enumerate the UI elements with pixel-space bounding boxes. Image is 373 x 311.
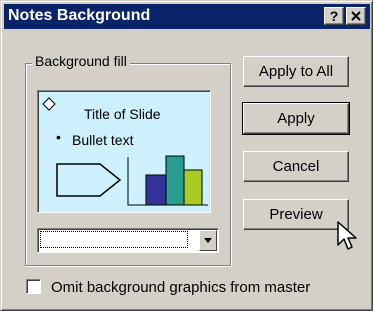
omit-graphics-label[interactable]: Omit background graphics from master: [51, 279, 310, 296]
preview-bar-1: [145, 174, 167, 206]
close-button[interactable]: [346, 7, 366, 25]
dialog-title: Notes Background: [8, 7, 151, 24]
notes-background-dialog: Notes Background ? Background fill Title…: [0, 0, 373, 311]
background-fill-label: Background fill: [32, 53, 130, 69]
preview-bar-3: [183, 169, 203, 206]
preview-bar-2: [165, 155, 185, 206]
chevron-down-icon: [204, 238, 212, 243]
bullet-icon: •: [56, 129, 61, 145]
fill-dropdown-value[interactable]: [40, 231, 188, 248]
dropdown-arrow-button[interactable]: [199, 230, 217, 251]
cancel-button[interactable]: Cancel: [243, 151, 349, 182]
fill-dropdown[interactable]: [37, 228, 219, 253]
help-button[interactable]: ?: [324, 7, 344, 25]
title-bar[interactable]: Notes Background ?: [4, 4, 370, 29]
slide-preview: Title of Slide • Bullet text: [37, 90, 211, 213]
preview-slide-title: Title of Slide: [84, 106, 161, 122]
pentagon-arrow-shape: [56, 163, 122, 197]
preview-button[interactable]: Preview: [243, 199, 349, 230]
omit-graphics-checkbox[interactable]: [26, 279, 41, 294]
arrow-cursor-icon: [337, 221, 357, 250]
apply-button[interactable]: Apply: [242, 102, 350, 135]
preview-bullet-text: Bullet text: [72, 132, 134, 148]
apply-to-all-button[interactable]: Apply to All: [243, 56, 349, 87]
bar-chart-graphic: [127, 155, 208, 206]
diamond-icon: [42, 97, 56, 111]
close-icon: [351, 11, 361, 21]
